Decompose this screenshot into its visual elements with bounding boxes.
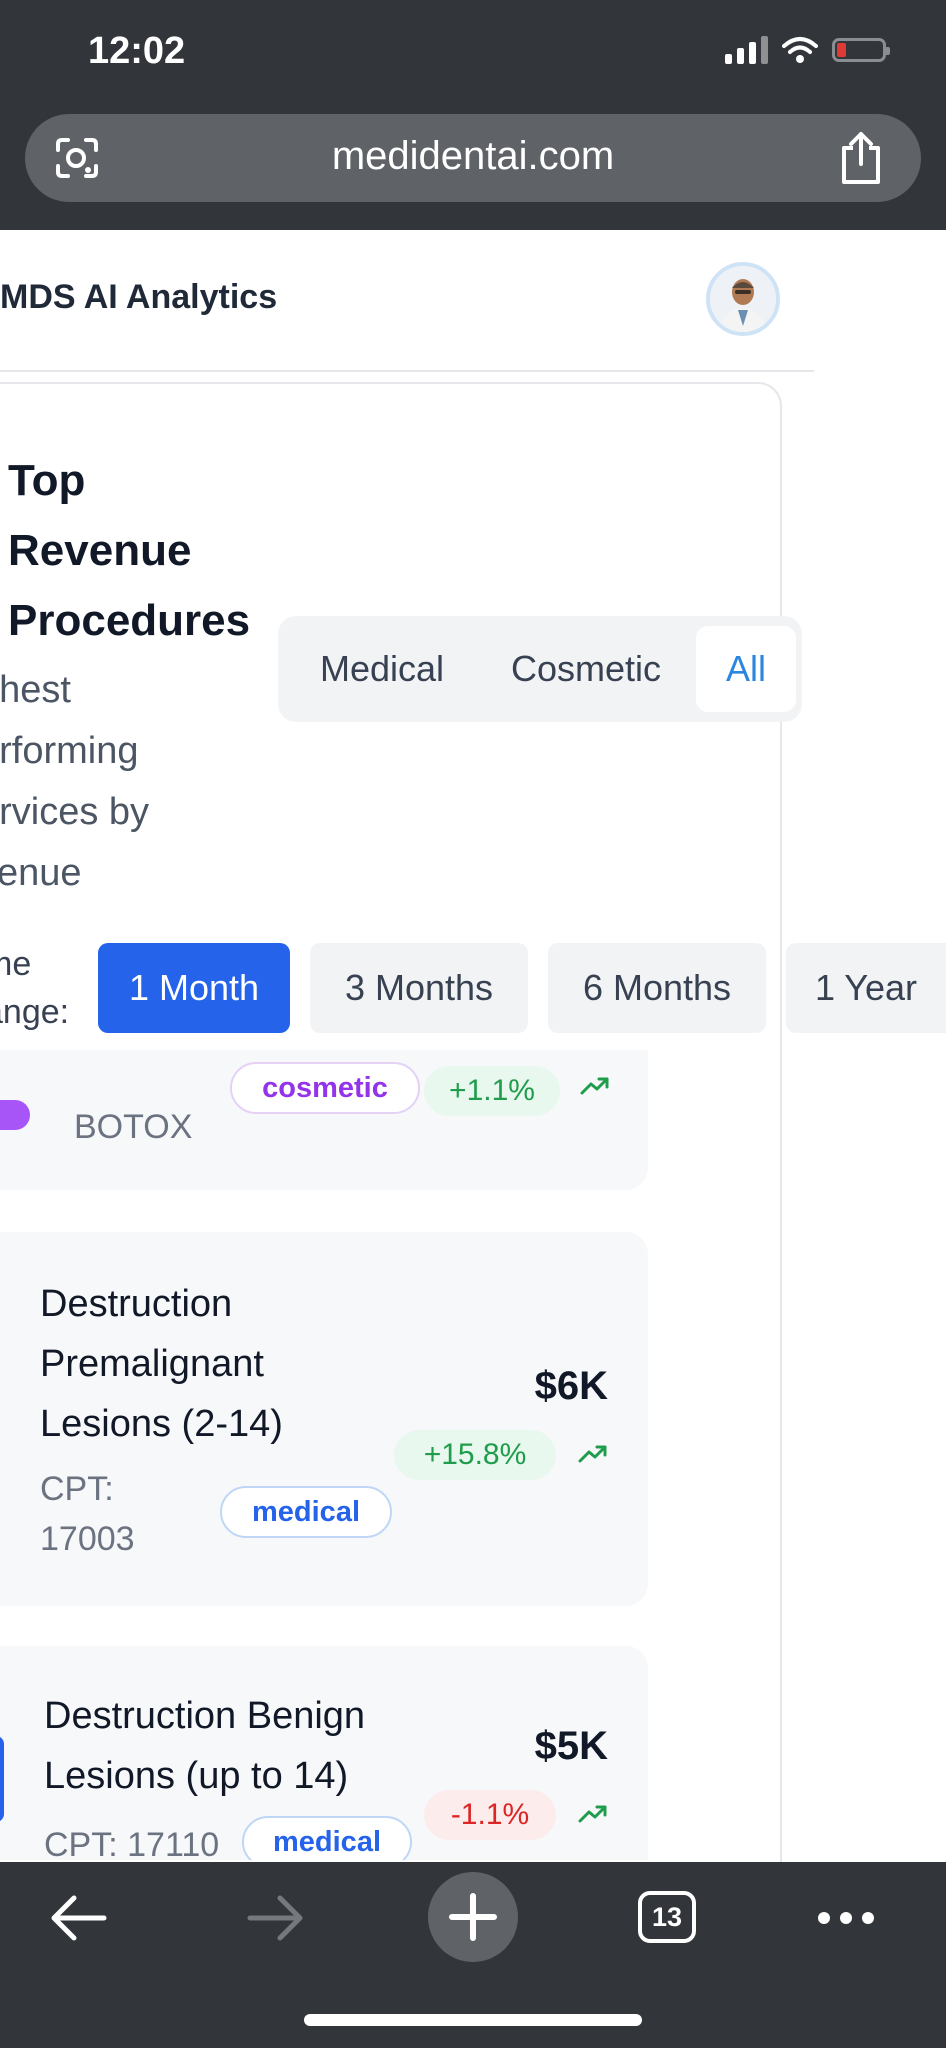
card-subtitle-line: venue [0,852,82,894]
procedure-cpt: BOTOX [74,1108,193,1146]
url-text[interactable]: medidentai.com [0,134,946,179]
time-range-6-months[interactable]: 6 Months [548,943,766,1033]
card-title: Top Revenue Procedures [8,446,268,656]
procedure-name: Destruction Premalignant Lesions (2-14) [40,1274,340,1454]
category-badge: medical [242,1816,412,1860]
procedure-name-line: Destruction [40,1283,233,1325]
procedure-cpt-line: CPT: [40,1470,114,1508]
procedure-name-line: Lesions (2-14) [40,1403,283,1445]
procedure-name-line: Destruction Benign [44,1695,366,1737]
card-subtitle-line: ghest [0,669,71,711]
card-title-line: Top [8,456,86,505]
time-range-3-months[interactable]: 3 Months [310,943,528,1033]
forward-arrow-icon[interactable] [244,1892,306,1944]
category-badge: cosmetic [230,1062,420,1114]
time-range-label: me ange: [0,940,84,1036]
share-icon[interactable] [836,130,886,186]
procedure-cpt-line: 17003 [40,1520,135,1558]
more-icon[interactable] [814,1906,878,1930]
avatar-image [710,266,776,332]
time-range-label-line: me [0,945,32,983]
home-indicator [304,2014,642,2026]
procedure-name-line: Premalignant [40,1343,264,1385]
card-title-line: Revenue [8,526,192,575]
revenue-change: +1.1% [424,1066,560,1116]
card-subtitle: ghest erforming ervices by venue [0,660,198,904]
tab-all[interactable]: All [696,626,796,712]
card-title-line: Procedures [8,596,251,645]
time-range-label-line: ange: [0,993,70,1031]
revenue-change: +15.8% [394,1430,556,1480]
procedure-revenue: $5K [534,1724,608,1768]
category-indicator [0,1736,4,1822]
status-time: 12:02 [88,30,186,72]
category-badge: medical [220,1486,392,1538]
tabs-icon[interactable]: 13 [638,1891,696,1943]
procedure-name-line: Lesions (up to 14) [44,1755,349,1797]
category-indicator [0,1100,30,1130]
procedure-revenue: $6K [534,1364,608,1408]
procedure-name: Destruction Benign Lesions (up to 14) [44,1686,424,1806]
tab-cosmetic[interactable]: Cosmetic [490,626,682,712]
procedure-cpt: CPT: 17003 [40,1464,135,1564]
back-arrow-icon[interactable] [48,1892,110,1944]
trend-up-icon [580,1077,609,1095]
battery-icon [832,38,890,62]
trend-up-icon [578,1445,607,1463]
header-divider [0,370,814,372]
procedure-cpt: CPT: 17110 [44,1826,220,1860]
card-subtitle-line: erforming [0,730,139,772]
trend-up-icon [578,1805,607,1823]
time-range-1-month[interactable]: 1 Month [98,943,290,1033]
procedure-list[interactable]: BOTOX cosmetic +1.1% Destruction Premali… [0,1050,946,1860]
status-icons [725,36,890,64]
new-tab-button[interactable] [428,1872,518,1962]
app-title: MDS AI Analytics [0,278,278,316]
revenue-change: -1.1% [424,1790,556,1840]
new-tab-plus-icon [449,1893,497,1941]
tab-medical[interactable]: Medical [294,626,470,712]
avatar[interactable] [706,262,780,336]
signal-icon [725,36,768,64]
wifi-icon [782,37,818,63]
time-range-1-year[interactable]: 1 Year [786,943,946,1033]
card-subtitle-line: ervices by [0,791,150,833]
